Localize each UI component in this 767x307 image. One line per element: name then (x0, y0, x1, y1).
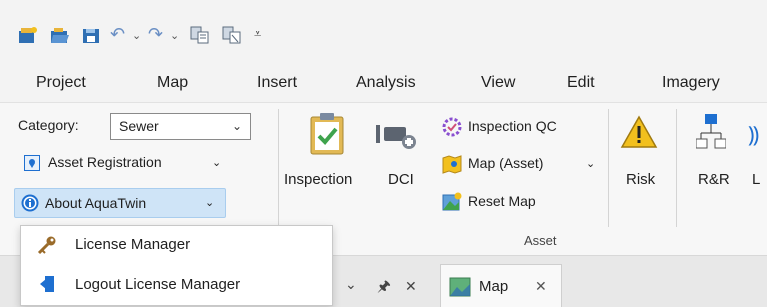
map-asset-label: Map (Asset) (468, 155, 544, 171)
rr-button[interactable]: R&R (684, 109, 744, 209)
inspection-button[interactable]: Inspection (284, 109, 372, 209)
tab-insert[interactable]: Insert (257, 74, 297, 92)
open-project-icon[interactable] (50, 26, 70, 44)
inspection-qc-label: Inspection QC (468, 118, 557, 134)
chevron-down-icon: ⌄ (586, 158, 596, 170)
reset-map-label: Reset Map (468, 193, 536, 209)
tab-map[interactable]: Map (157, 74, 188, 92)
location-pin-icon (24, 155, 40, 171)
risk-button[interactable]: Risk (614, 109, 664, 209)
warning-icon (620, 115, 658, 148)
logout-icon (40, 276, 54, 292)
info-icon (21, 194, 39, 212)
dci-label: DCI (388, 171, 414, 188)
inspection-qc-button[interactable]: Inspection QC (440, 117, 600, 141)
group-divider (608, 109, 609, 227)
asset-registration-label: Asset Registration (48, 154, 162, 170)
group-divider (278, 109, 279, 227)
menu-item-logout-license-manager[interactable]: Logout License Manager (21, 266, 332, 304)
clipped-tool-label[interactable]: L (752, 171, 760, 188)
dci-button[interactable]: DCI (374, 109, 426, 209)
asset-registration-button[interactable]: Asset Registration ⌄ (20, 153, 222, 177)
map-view-icon (449, 277, 471, 297)
partial-tool-icon[interactable]: ⸩ (748, 119, 759, 149)
undo-dropdown-icon[interactable]: ⌄ (132, 29, 141, 42)
camera-robot-icon (376, 125, 416, 149)
tab-project[interactable]: Project (36, 74, 86, 92)
chevron-down-icon: ⌄ (231, 119, 242, 133)
menu-item-license-manager[interactable]: License Manager (21, 226, 332, 264)
category-label: Category: (18, 117, 79, 133)
copy-layout-icon[interactable] (190, 26, 210, 44)
risk-label: Risk (626, 171, 656, 188)
tab-analysis[interactable]: Analysis (356, 74, 416, 92)
about-dropdown-menu: License Manager Logout License Manager (20, 225, 333, 306)
quality-check-icon (442, 117, 462, 137)
license-manager-label: License Manager (75, 236, 191, 253)
map-tab-label: Map (479, 278, 509, 295)
redo-icon[interactable]: ↷ (148, 24, 163, 45)
quick-access-toolbar: ↶ ⌄ ↷ ⌄ ⩡ (0, 0, 767, 62)
about-aquatwin-label: About AquaTwin (45, 195, 147, 211)
chevron-down-icon: ⌄ (205, 197, 215, 209)
map-asset-button[interactable]: Map (Asset) ⌄ (440, 154, 610, 178)
customize-toolbar-icon[interactable]: ⩡ (254, 26, 261, 42)
tab-map-view[interactable]: Map ✕ (440, 264, 562, 307)
undo-icon[interactable]: ↶ (110, 24, 125, 45)
ribbon-tab-bar: Project Map Insert Analysis View Edit Im… (0, 62, 767, 102)
new-project-icon[interactable] (18, 26, 38, 44)
inspection-label: Inspection (284, 171, 353, 188)
tab-imagery[interactable]: Imagery (662, 74, 720, 92)
category-select[interactable]: Sewer ⌄ (110, 113, 251, 140)
key-icon (37, 236, 56, 255)
reset-map-icon (442, 192, 462, 211)
close-icon[interactable]: ✕ (535, 278, 547, 295)
redo-dropdown-icon[interactable]: ⌄ (170, 29, 179, 42)
about-aquatwin-button[interactable]: About AquaTwin ⌄ (14, 188, 226, 218)
chevron-down-icon: ⌄ (212, 157, 222, 169)
network-icon (696, 114, 726, 149)
asset-group-label: Asset (524, 233, 557, 248)
pin-icon[interactable]: 🖈 (377, 276, 391, 301)
clipboard-check-icon (310, 113, 344, 155)
logout-license-manager-label: Logout License Manager (75, 276, 241, 293)
map-asset-icon (442, 155, 462, 174)
paste-layout-icon[interactable] (222, 26, 242, 44)
reset-map-button[interactable]: Reset Map (440, 192, 570, 216)
category-value: Sewer (119, 118, 159, 134)
save-project-icon[interactable] (82, 26, 102, 44)
tab-edit[interactable]: Edit (567, 74, 595, 92)
tab-view[interactable]: View (481, 74, 515, 92)
close-icon[interactable]: ✕ (405, 278, 417, 295)
pane-options-icon[interactable]: ⌄ (345, 276, 357, 293)
rr-label: R&R (698, 171, 730, 188)
group-divider (676, 109, 677, 227)
